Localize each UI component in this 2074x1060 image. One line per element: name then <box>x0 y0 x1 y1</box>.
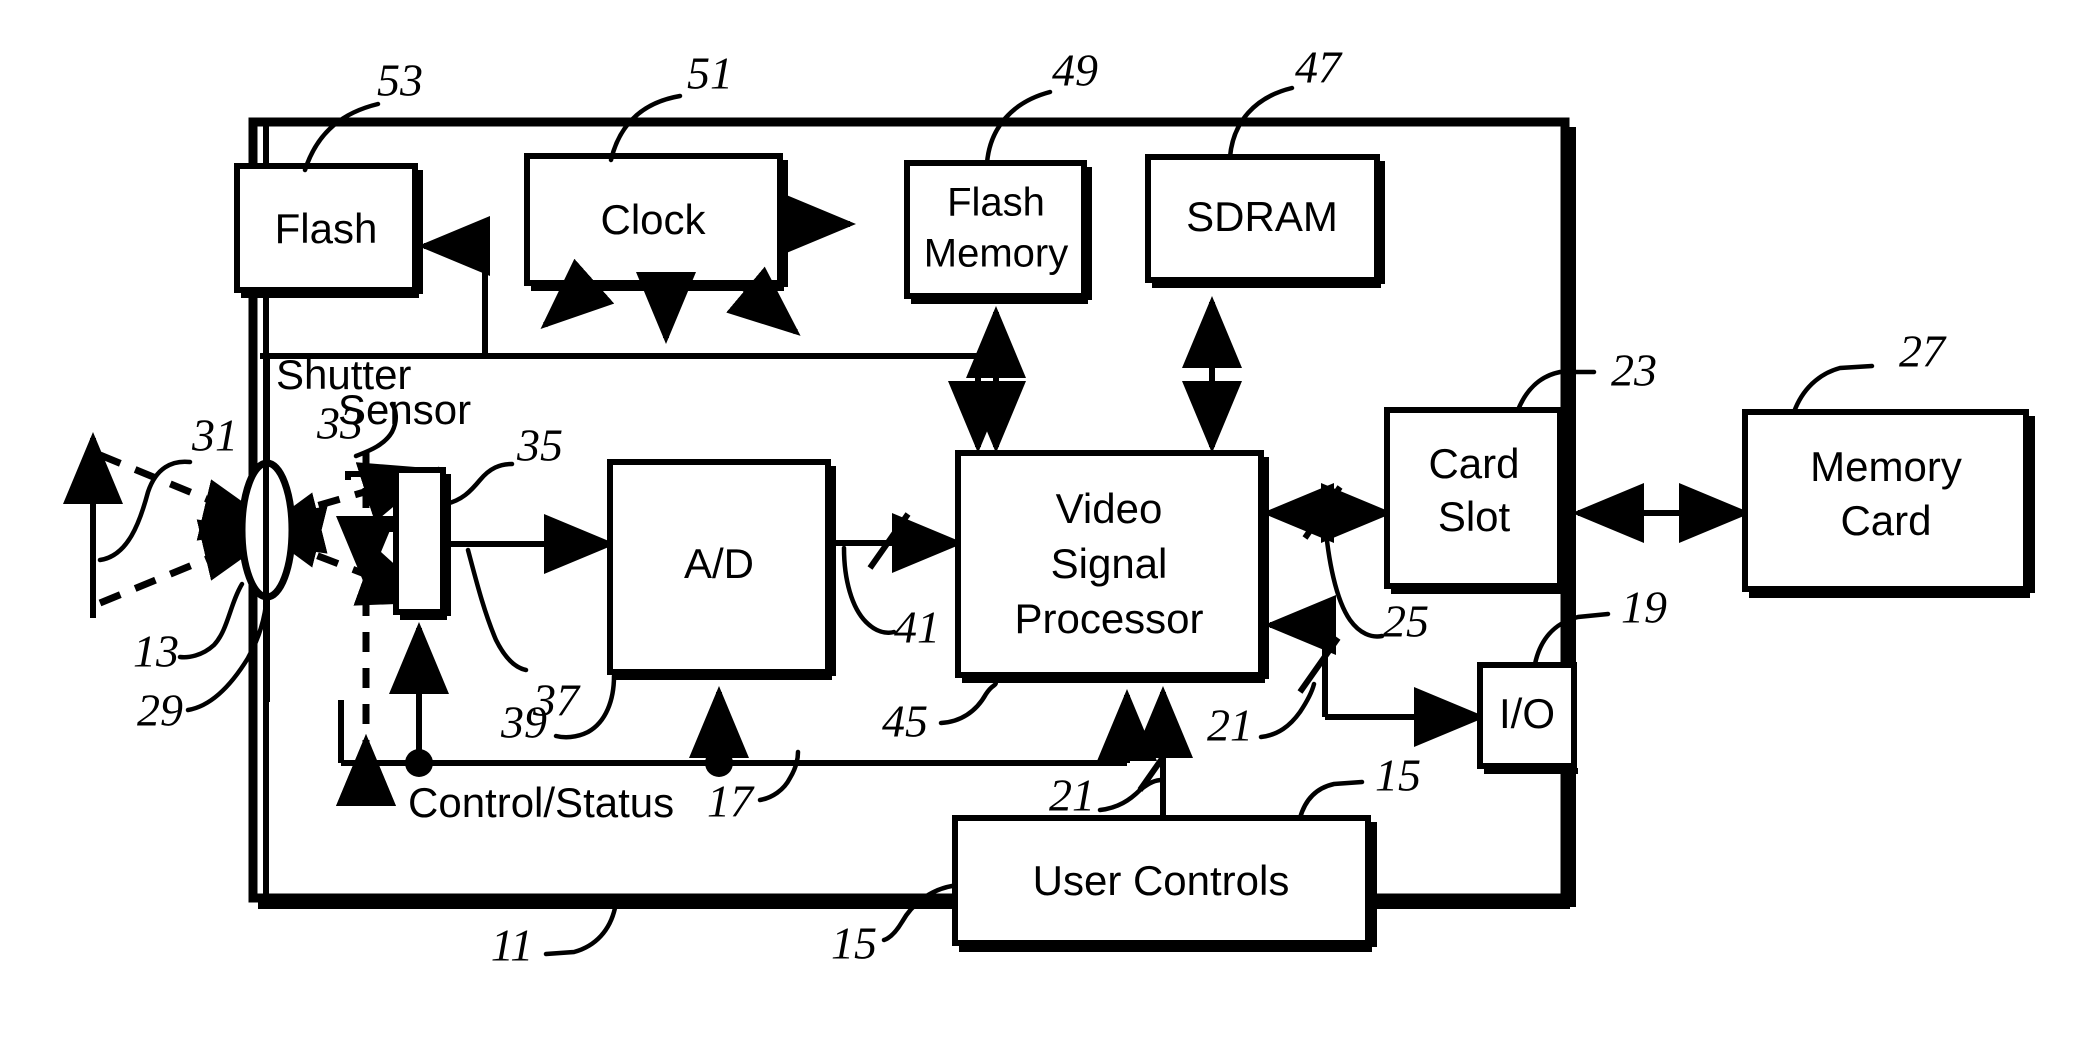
ref-53-leader: 53 <box>302 55 423 173</box>
block-flash: Flash <box>234 163 423 298</box>
vsp-io-bus <box>1264 595 1486 747</box>
block-card-slot: Card Slot <box>1384 407 1564 594</box>
block-ad-label: A/D <box>684 540 754 587</box>
block-ad: A/D <box>607 459 836 680</box>
camera-block-diagram: Flash 53 Clock 51 Flash Memory 49 SDRAM … <box>63 42 2035 971</box>
patent-figure: Flash 53 Clock 51 Flash Memory 49 SDRAM … <box>0 0 2074 1060</box>
ad-to-vsp-bus <box>836 512 964 573</box>
block-sdram: SDRAM <box>1145 154 1385 288</box>
block-flash-memory: Flash Memory <box>904 160 1092 304</box>
ref-17-leader: 21 <box>1049 770 1165 821</box>
ref-23-leader: 23 <box>1515 345 1657 413</box>
shutter <box>336 452 396 806</box>
ref-15b: 15 <box>831 918 877 969</box>
block-card-slot-label-1: Card <box>1428 440 1519 487</box>
ref-13: 13 <box>133 626 179 677</box>
block-io: I/O <box>1477 662 1578 774</box>
block-sdram-label: SDRAM <box>1186 193 1338 240</box>
ref-11-leader: 11 <box>491 905 618 971</box>
ref-41-leader: 41 <box>841 545 940 653</box>
sensor-label: Sensor <box>338 386 471 433</box>
block-io-label: I/O <box>1499 690 1555 737</box>
ref-31-leader: 31 <box>97 410 238 563</box>
ref-21-leader: 21 <box>1207 681 1317 751</box>
ref-23: 23 <box>1611 345 1657 396</box>
ref-27: 27 <box>1899 326 1947 377</box>
ref-45: 17 <box>707 776 755 827</box>
block-memory-card-label-2: Card <box>1840 497 1931 544</box>
clock-flash-feedback-wire <box>418 216 490 356</box>
block-memory-card: Memory Card <box>1742 409 2035 598</box>
block-flash-label: Flash <box>275 205 378 252</box>
block-video-signal-processor: Video Signal Processor <box>955 450 1269 683</box>
ref-29: 29 <box>137 685 183 736</box>
ref-39: 39 <box>500 697 547 748</box>
ref-21-text: 21 <box>1207 700 1253 751</box>
ref-11: 11 <box>491 920 534 971</box>
block-vsp-label-2: Signal <box>1051 540 1168 587</box>
ref-43-leader: 45 <box>882 677 999 747</box>
ref-31: 31 <box>191 410 238 461</box>
block-clock-label: Clock <box>600 196 706 243</box>
block-flash-memory-label-1: Flash <box>947 181 1045 225</box>
ref-25: 25 <box>1383 596 1429 647</box>
ref-51: 51 <box>687 48 733 99</box>
ref-51-leader: 51 <box>608 48 733 163</box>
ref-47: 47 <box>1295 42 1343 93</box>
ref-17: 21 <box>1049 770 1095 821</box>
ref-49: 49 <box>1052 45 1098 96</box>
ref-13-leader: 13 <box>133 581 245 677</box>
block-card-slot-label-2: Slot <box>1438 493 1511 540</box>
block-clock: Clock <box>524 153 788 291</box>
ref-49-leader: 49 <box>984 45 1098 166</box>
ref-43: 45 <box>882 696 928 747</box>
block-user-controls-label: User Controls <box>1033 857 1290 904</box>
ref-15a: 15 <box>1375 750 1421 801</box>
block-flash-memory-label-2: Memory <box>924 232 1068 276</box>
ref-53: 53 <box>377 55 423 106</box>
ref-15a-leader: 15 <box>1297 750 1421 821</box>
sensor <box>393 467 451 620</box>
block-vsp-label-3: Processor <box>1014 595 1203 642</box>
block-user-controls: User Controls <box>952 815 1377 952</box>
block-vsp-label-1: Video <box>1056 485 1163 532</box>
ref-41: 41 <box>894 602 940 653</box>
ref-19: 19 <box>1621 582 1667 633</box>
control-status-label: Control/Status <box>408 779 674 826</box>
ref-47-leader: 47 <box>1227 42 1343 160</box>
ref-35: 35 <box>516 420 563 471</box>
user-controls-to-vsp-bus <box>1133 686 1193 818</box>
ref-27-leader: 27 <box>1791 326 1947 415</box>
block-memory-card-label-1: Memory <box>1810 443 1962 490</box>
